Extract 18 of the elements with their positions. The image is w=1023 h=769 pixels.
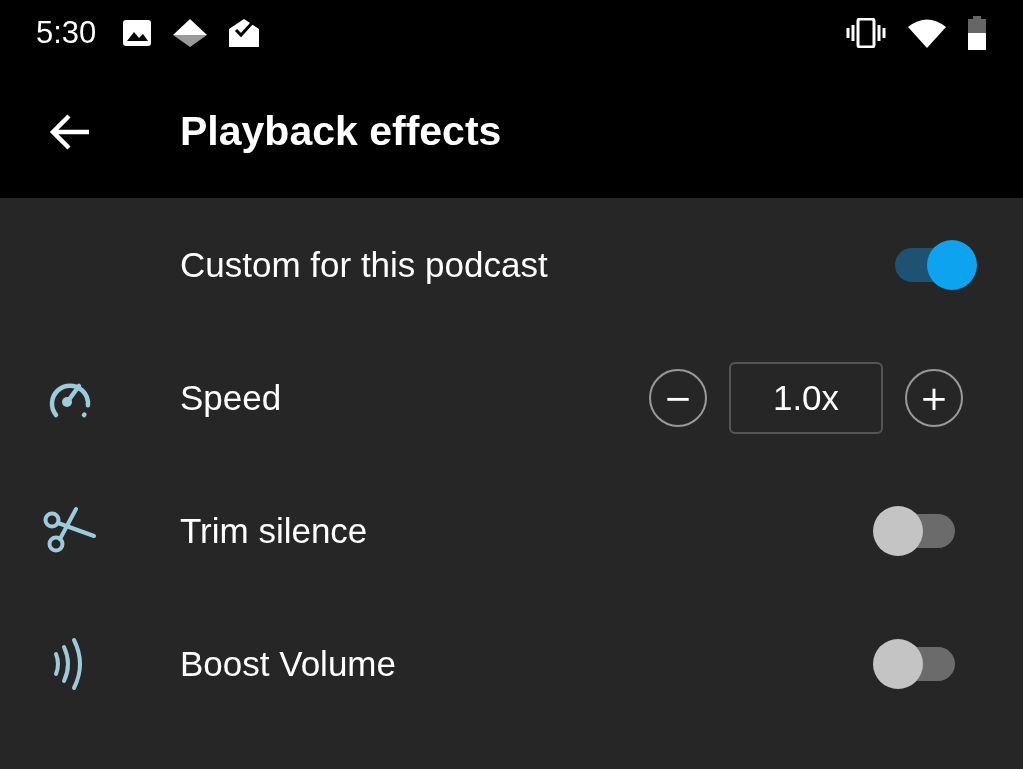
toggle-switch[interactable] (873, 637, 957, 690)
battery-icon (967, 15, 987, 50)
screen-title: Playback effects (180, 108, 502, 155)
image-icon (122, 18, 153, 47)
increase-button[interactable]: + (905, 368, 963, 427)
envelope-check-icon (228, 16, 261, 49)
wifi-icon (907, 17, 947, 48)
decrease-button[interactable]: − (649, 368, 707, 427)
setting-label: Speed (180, 377, 283, 418)
speed-value-field[interactable]: 1.0x (729, 361, 883, 434)
setting-label: Trim silence (180, 510, 369, 551)
setting-label: Boost Volume (180, 643, 397, 684)
setting-label: Custom for this podcast (180, 244, 549, 285)
toggle-switch[interactable] (893, 238, 977, 291)
vibrate-icon (845, 17, 887, 48)
status-time: 5:30 (36, 14, 97, 51)
toggle-switch[interactable] (873, 504, 957, 557)
back-arrow-icon (49, 112, 91, 151)
